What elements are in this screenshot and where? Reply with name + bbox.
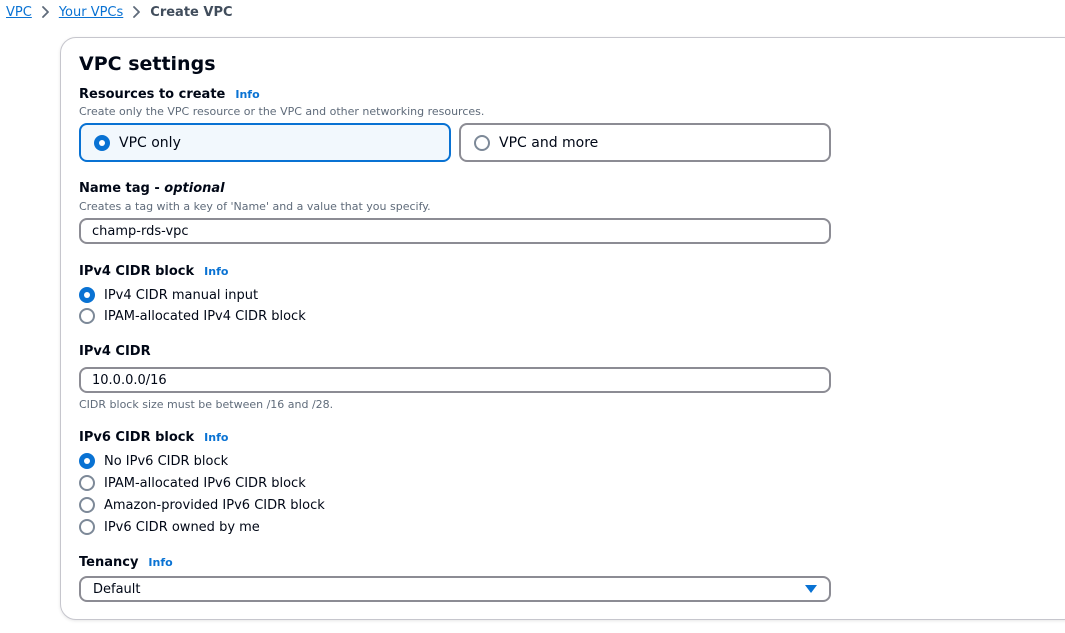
vpc-and-more-label: VPC and more [499,134,599,151]
chevron-right-icon [41,6,50,18]
tenancy-label: Tenancy [79,555,139,570]
name-tag-label: Name tag - optional [79,181,225,196]
ipv6-block-info-link[interactable]: Info [204,431,228,444]
breadcrumb: VPC Your VPCs Create VPC [6,3,233,21]
radio-unselected-icon [79,308,95,324]
radio-selected-icon [94,134,110,151]
ipv4-manual-label: IPv4 CIDR manual input [104,287,259,303]
ipv4-block-info-link[interactable]: Info [204,265,228,278]
ipv4-block-label: IPv4 CIDR block [79,264,195,279]
radio-unselected-icon [79,475,95,491]
radio-unselected-icon [474,134,490,151]
tenancy-select[interactable]: Default [79,576,831,602]
ipv6-byoip-label: IPv6 CIDR owned by me [104,519,260,535]
chevron-right-icon [132,6,141,18]
breadcrumb-your-vpcs-link[interactable]: Your VPCs [59,5,123,20]
vpc-only-label: VPC only [119,134,181,151]
ipv4-cidr-label: IPv4 CIDR [79,344,151,359]
resources-info-link[interactable]: Info [235,88,259,101]
ipv4-ipam-label: IPAM-allocated IPv4 CIDR block [104,308,306,324]
ipv6-none-label: No IPv6 CIDR block [104,453,229,469]
ipv4-cidr-constraint: CIDR block size must be between /16 and … [79,398,334,411]
resources-label: Resources to create [79,87,226,102]
name-tag-input[interactable] [79,218,831,244]
tenancy-selected-value: Default [93,581,141,597]
ipv4-cidr-label-row: IPv4 CIDR [79,344,151,359]
radio-unselected-icon [79,519,95,535]
ipv4-block-label-row: IPv4 CIDR block Info [79,264,228,279]
caret-down-icon [805,585,817,593]
ipv6-block-label: IPv6 CIDR block [79,430,195,445]
ipv6-byoip-option[interactable]: IPv6 CIDR owned by me [79,518,260,536]
vpc-and-more-tile[interactable]: VPC and more [459,123,831,162]
breadcrumb-current: Create VPC [150,4,233,20]
ipv6-ipam-label: IPAM-allocated IPv6 CIDR block [104,475,306,491]
panel-title: VPC settings [79,53,216,75]
ipv6-amazon-label: Amazon-provided IPv6 CIDR block [104,497,325,513]
ipv6-ipam-option[interactable]: IPAM-allocated IPv6 CIDR block [79,474,306,492]
name-tag-label-row: Name tag - optional [79,181,225,196]
vpc-only-tile[interactable]: VPC only [79,123,451,162]
ipv4-manual-option[interactable]: IPv4 CIDR manual input [79,286,258,304]
ipv4-cidr-input[interactable] [79,367,831,393]
resources-label-row: Resources to create Info [79,87,260,102]
tenancy-label-row: Tenancy Info [79,555,173,570]
radio-selected-icon [79,287,95,303]
radio-unselected-icon [79,497,95,513]
ipv6-none-option[interactable]: No IPv6 CIDR block [79,452,228,470]
breadcrumb-vpc-link[interactable]: VPC [6,5,32,20]
ipv4-ipam-option[interactable]: IPAM-allocated IPv4 CIDR block [79,307,306,325]
radio-selected-icon [79,453,95,469]
ipv6-block-label-row: IPv6 CIDR block Info [79,430,228,445]
name-tag-description: Creates a tag with a key of 'Name' and a… [79,200,431,213]
tenancy-info-link[interactable]: Info [148,556,172,569]
name-tag-optional: optional [164,181,225,196]
ipv6-amazon-option[interactable]: Amazon-provided IPv6 CIDR block [79,496,325,514]
resources-description: Create only the VPC resource or the VPC … [79,105,485,118]
